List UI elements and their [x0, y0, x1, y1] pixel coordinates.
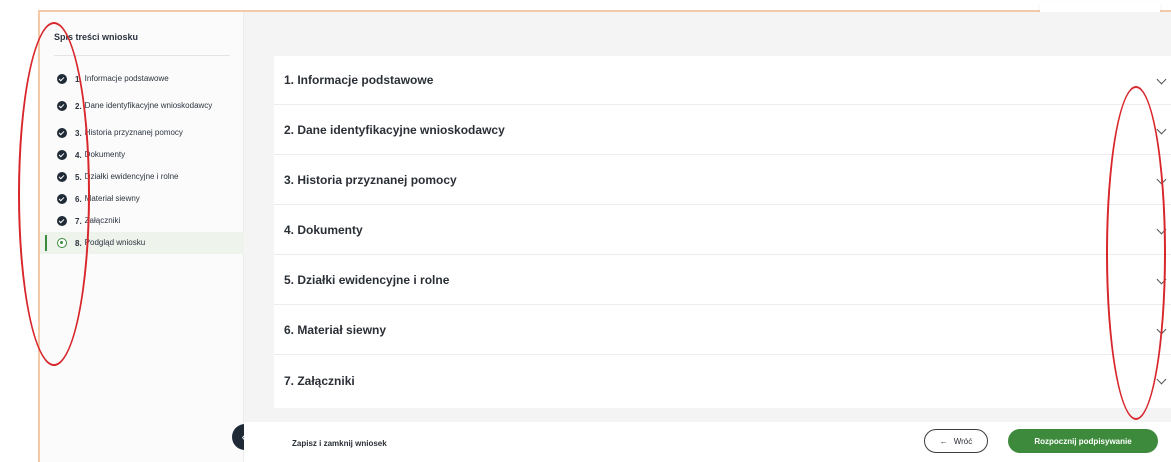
sidebar-item-label: Załączniki	[84, 216, 121, 225]
sidebar-item-number: 8.	[75, 238, 82, 248]
chevron-down-icon[interactable]	[1156, 324, 1167, 335]
check-circle-icon	[57, 172, 67, 182]
sidebar-item-historia[interactable]: 3. Historia przyznanej pomocy	[40, 122, 244, 144]
sidebar-item-number: 6.	[75, 194, 82, 204]
accordion-section-material-siewny[interactable]: 6. Materiał siewny	[274, 306, 1171, 355]
chevron-down-icon[interactable]	[1156, 124, 1167, 135]
sidebar-item-label: Materiał siewny	[84, 194, 140, 203]
check-circle-icon	[57, 128, 67, 138]
sidebar-item-label: Informacje podstawowe	[84, 74, 169, 83]
sidebar-item-label: Dokumenty	[84, 150, 126, 159]
sidebar-item-number: 3.	[75, 128, 82, 138]
chevron-down-icon[interactable]	[1156, 374, 1167, 385]
sidebar-item-number: 2.	[75, 101, 82, 111]
accordion-section-zalaczniki[interactable]: 7. Załączniki	[274, 356, 1171, 405]
sidebar-item-number: 4.	[75, 150, 82, 160]
chevron-down-icon[interactable]	[1156, 274, 1167, 285]
chevron-down-icon[interactable]	[1156, 224, 1167, 235]
sidebar-title: Spis treści wniosku	[54, 32, 139, 42]
sidebar-item-informacje-podstawowe[interactable]: 1. Informacje podstawowe	[40, 68, 244, 90]
sidebar-item-podglad-wniosku[interactable]: 8. Podgląd wniosku	[40, 232, 244, 254]
accordion-section-title: 2. Dane identyfikacyjne wnioskodawcy	[284, 123, 505, 137]
accordion-section-title: 1. Informacje podstawowe	[284, 73, 434, 87]
sidebar-item-label: Podgląd wniosku	[84, 238, 146, 247]
accordion-section-dokumenty[interactable]: 4. Dokumenty	[274, 206, 1171, 255]
sidebar-divider	[54, 55, 230, 56]
accordion-section-title: 4. Dokumenty	[284, 223, 363, 237]
accordion-section-title: 3. Historia przyznanej pomocy	[284, 173, 457, 187]
check-circle-icon	[57, 194, 67, 204]
chevron-down-icon[interactable]	[1156, 74, 1167, 85]
check-circle-icon	[57, 74, 67, 84]
footer-bar: Zapisz i zamknij wniosek ← Wróć Rozpoczn…	[244, 422, 1171, 462]
sidebar-item-material-siewny[interactable]: 6. Materiał siewny	[40, 188, 244, 210]
accordion-section-historia[interactable]: 3. Historia przyznanej pomocy	[274, 156, 1171, 205]
sidebar-item-zalaczniki[interactable]: 7. Załączniki	[40, 210, 244, 232]
check-circle-icon	[57, 216, 67, 226]
sidebar-item-dzialki[interactable]: 5. Działki ewidencyjne i rolne	[40, 166, 244, 188]
accordion-section-title: 5. Działki ewidencyjne i rolne	[284, 273, 450, 287]
back-button[interactable]: ← Wróć	[924, 429, 988, 453]
sidebar-nav: 1. Informacje podstawowe 2. Dane identyf…	[40, 68, 244, 254]
sections-accordion: 1. Informacje podstawowe 2. Dane identyf…	[274, 56, 1171, 408]
radio-active-icon	[57, 238, 67, 248]
save-and-close-link[interactable]: Zapisz i zamknij wniosek	[292, 439, 387, 448]
sidebar-item-number: 5.	[75, 172, 82, 182]
sidebar-item-label: Dane identyfikacyjne wnioskodawcy	[84, 101, 213, 110]
check-circle-icon	[57, 150, 67, 160]
sidebar-item-dokumenty[interactable]: 4. Dokumenty	[40, 144, 244, 166]
start-signing-label: Rozpocznij podpisywanie	[1034, 436, 1132, 446]
sidebar: Spis treści wniosku 1. Informacje podsta…	[40, 12, 244, 462]
back-button-label: Wróć	[953, 436, 973, 446]
sidebar-item-dane-identyfikacyjne[interactable]: 2. Dane identyfikacyjne wnioskodawcy	[40, 90, 244, 122]
sidebar-item-label: Działki ewidencyjne i rolne	[84, 172, 179, 181]
accordion-section-dzialki[interactable]: 5. Działki ewidencyjne i rolne	[274, 256, 1171, 305]
accordion-section-informacje-podstawowe[interactable]: 1. Informacje podstawowe	[274, 56, 1171, 105]
accordion-section-dane-identyfikacyjne[interactable]: 2. Dane identyfikacyjne wnioskodawcy	[274, 106, 1171, 155]
accordion-section-title: 6. Materiał siewny	[284, 323, 387, 337]
sidebar-item-label: Historia przyznanej pomocy	[84, 128, 183, 137]
start-signing-button[interactable]: Rozpocznij podpisywanie	[1008, 429, 1158, 453]
sidebar-item-number: 7.	[75, 216, 82, 226]
arrow-left-icon: ←	[939, 436, 948, 446]
check-circle-icon	[57, 101, 67, 111]
chevron-down-icon[interactable]	[1156, 174, 1167, 185]
sidebar-item-number: 1.	[75, 74, 82, 84]
accordion-section-title: 7. Załączniki	[284, 373, 355, 388]
